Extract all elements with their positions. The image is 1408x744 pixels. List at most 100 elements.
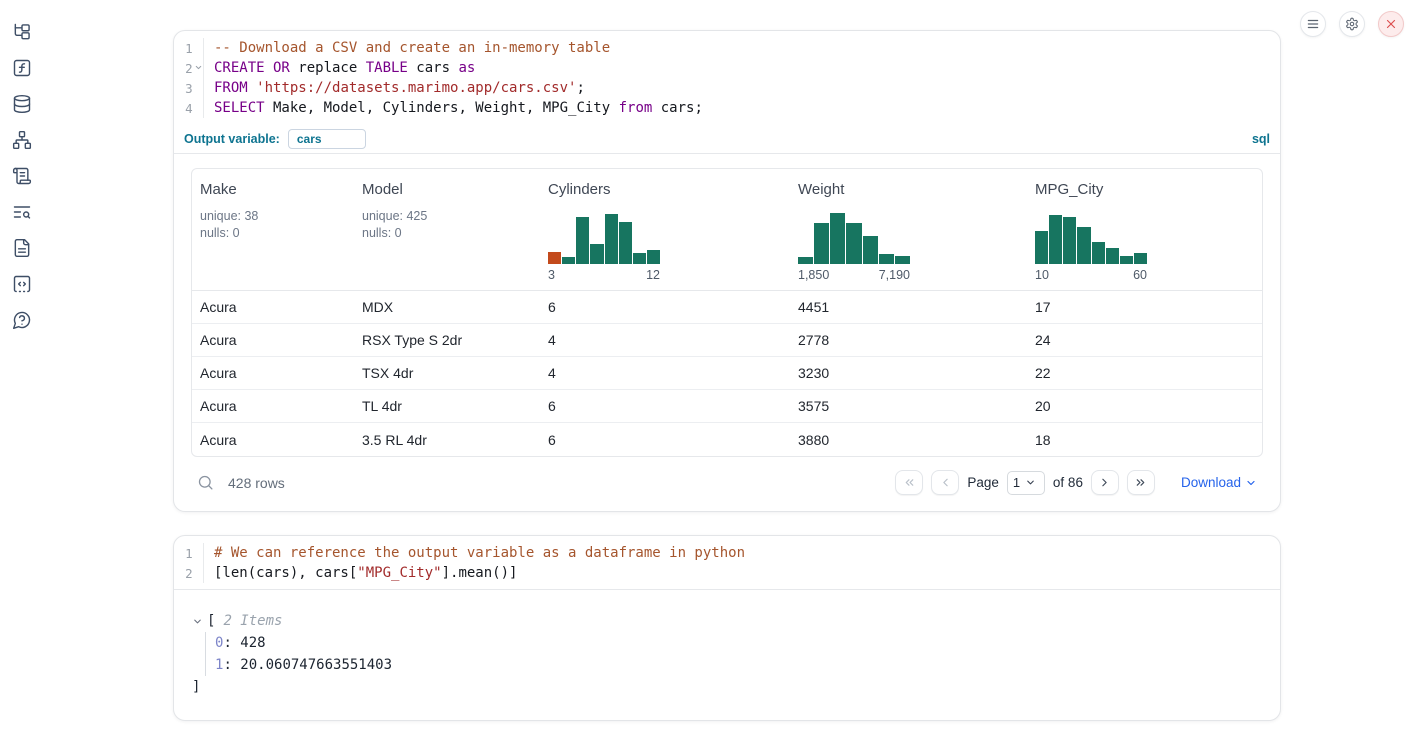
- code-line[interactable]: 2CREATE OR replace TABLE cars as: [174, 58, 1280, 78]
- line-number: 2: [174, 566, 193, 581]
- mpg-city-histogram: [1035, 212, 1147, 264]
- hist-max-label: 7,190: [879, 268, 910, 282]
- sql-code-editor[interactable]: 1 -- Download a CSV and create an in-memo…: [174, 31, 1280, 124]
- table-cell: RSX Type S 2dr: [354, 332, 540, 348]
- table-cell: 6: [540, 299, 790, 315]
- first-page-button[interactable]: [895, 470, 923, 495]
- page-select-value: 1: [1013, 475, 1020, 490]
- tree-items: 0: 428 1: 20.060747663551403: [205, 632, 1264, 676]
- shutdown-button[interactable]: [1378, 11, 1404, 37]
- shutdown-close-icon: [1384, 17, 1398, 31]
- function-square-icon[interactable]: [12, 58, 32, 78]
- prev-page-button[interactable]: [931, 470, 959, 495]
- table-row[interactable]: AcuraMDX6445117: [192, 291, 1262, 324]
- search-icon[interactable]: [197, 474, 214, 491]
- column-header-model[interactable]: Model unique: 425 nulls: 0: [354, 181, 540, 290]
- language-badge[interactable]: sql: [1252, 132, 1270, 146]
- line-number: 1: [174, 41, 193, 56]
- fold-chevron-icon: [194, 568, 203, 578]
- text-search-icon[interactable]: [12, 202, 32, 222]
- table-cell: 17: [1027, 299, 1262, 315]
- database-icon[interactable]: [12, 94, 32, 114]
- histogram-axis-labels: 1,850 7,190: [798, 268, 910, 290]
- code-text: -- Download a CSV and create an in-memor…: [204, 40, 610, 56]
- python-code-editor[interactable]: 1# We can reference the output variable …: [174, 536, 1280, 589]
- histogram-bar: [863, 236, 878, 264]
- documentation-file-icon[interactable]: [12, 238, 32, 258]
- fold-chevron-icon: [194, 43, 203, 53]
- histogram-bar: [619, 222, 632, 264]
- table-cell: 6: [540, 432, 790, 448]
- line-number-gutter: 2: [174, 58, 204, 78]
- notebook: 1 -- Download a CSV and create an in-memo…: [173, 30, 1281, 744]
- line-number-gutter: 1: [174, 543, 204, 563]
- settings-gear-icon: [1345, 17, 1359, 31]
- table-row[interactable]: AcuraTSX 4dr4323022: [192, 357, 1262, 390]
- file-tree-icon[interactable]: [12, 22, 32, 42]
- hist-max-label: 60: [1133, 268, 1147, 282]
- table-cell: 24: [1027, 332, 1262, 348]
- histogram-bar: [605, 214, 618, 264]
- line-number: 1: [174, 546, 193, 561]
- settings-button[interactable]: [1339, 11, 1365, 37]
- output-variable-bar: Output variable: sql: [174, 124, 1280, 154]
- hist-min-label: 3: [548, 268, 555, 282]
- help-question-icon[interactable]: [12, 310, 32, 330]
- column-header-weight[interactable]: Weight 1,850 7,190: [790, 181, 1027, 290]
- table-row[interactable]: Acura3.5 RL 4dr6388018: [192, 423, 1262, 456]
- column-header-cylinders[interactable]: Cylinders 3 12: [540, 181, 790, 290]
- column-title: MPG_City: [1035, 181, 1254, 198]
- table-cell: Acura: [192, 332, 354, 348]
- tree-open-bracket: [: [207, 610, 215, 632]
- next-page-button[interactable]: [1091, 470, 1119, 495]
- next-page-icon: [1098, 476, 1111, 489]
- table-cell: 4: [540, 332, 790, 348]
- histogram-bar: [798, 257, 813, 264]
- last-page-icon: [1134, 476, 1147, 489]
- logs-scroll-icon[interactable]: [12, 166, 32, 186]
- code-line[interactable]: 4SELECT Make, Model, Cylinders, Weight, …: [174, 98, 1280, 118]
- download-button[interactable]: Download: [1181, 475, 1257, 490]
- histogram-bar: [647, 250, 660, 264]
- sql-cell: 1 -- Download a CSV and create an in-memo…: [173, 30, 1281, 512]
- fold-chevron-icon[interactable]: [194, 63, 203, 73]
- column-header-mpg-city[interactable]: MPG_City 10 60: [1027, 181, 1262, 290]
- code-line[interactable]: 1 -- Download a CSV and create an in-memo…: [174, 38, 1280, 58]
- line-number: 3: [174, 81, 193, 96]
- menu-button[interactable]: [1300, 11, 1326, 37]
- stat-nulls: nulls: 0: [362, 225, 532, 242]
- tree-collapse-icon[interactable]: [192, 616, 203, 627]
- code-line[interactable]: 3FROM 'https://datasets.marimo.app/cars.…: [174, 78, 1280, 98]
- output-variable-input[interactable]: [288, 129, 366, 149]
- column-title: Make: [200, 181, 346, 198]
- code-line[interactable]: 2 [len(cars), cars["MPG_City"].mean()]: [174, 563, 1280, 583]
- snippets-code-icon[interactable]: [12, 274, 32, 294]
- table-row[interactable]: AcuraTL 4dr6357520: [192, 390, 1262, 423]
- prev-page-icon: [939, 476, 952, 489]
- page-select[interactable]: 1: [1007, 471, 1045, 495]
- fold-chevron-icon: [194, 103, 203, 113]
- python-cell: 1# We can reference the output variable …: [173, 535, 1281, 721]
- dependency-graph-icon[interactable]: [12, 130, 32, 150]
- histogram-bar: [846, 223, 861, 264]
- histogram-bar: [1106, 248, 1119, 264]
- hist-min-label: 1,850: [798, 268, 829, 282]
- histogram-bar: [1049, 215, 1062, 264]
- last-page-button[interactable]: [1127, 470, 1155, 495]
- table-cell: 3.5 RL 4dr: [354, 432, 540, 448]
- histogram-bar: [879, 254, 894, 264]
- column-title: Model: [362, 181, 532, 198]
- histogram-bar: [1035, 231, 1048, 264]
- column-header-make[interactable]: Make unique: 38 nulls: 0: [192, 181, 354, 290]
- table-row[interactable]: AcuraRSX Type S 2dr4277824: [192, 324, 1262, 357]
- table-cell: Acura: [192, 398, 354, 414]
- histogram-bar: [576, 217, 589, 264]
- table-cell: 3880: [790, 432, 1027, 448]
- data-table: Make unique: 38 nulls: 0 Model unique: 4…: [191, 168, 1263, 457]
- table-cell: 22: [1027, 365, 1262, 381]
- first-page-icon: [903, 476, 916, 489]
- code-text: [len(cars), cars["MPG_City"].mean()]: [204, 565, 517, 581]
- code-line[interactable]: 1# We can reference the output variable …: [174, 543, 1280, 563]
- histogram-axis-labels: 3 12: [548, 268, 660, 290]
- tree-close-bracket: ]: [192, 676, 1264, 698]
